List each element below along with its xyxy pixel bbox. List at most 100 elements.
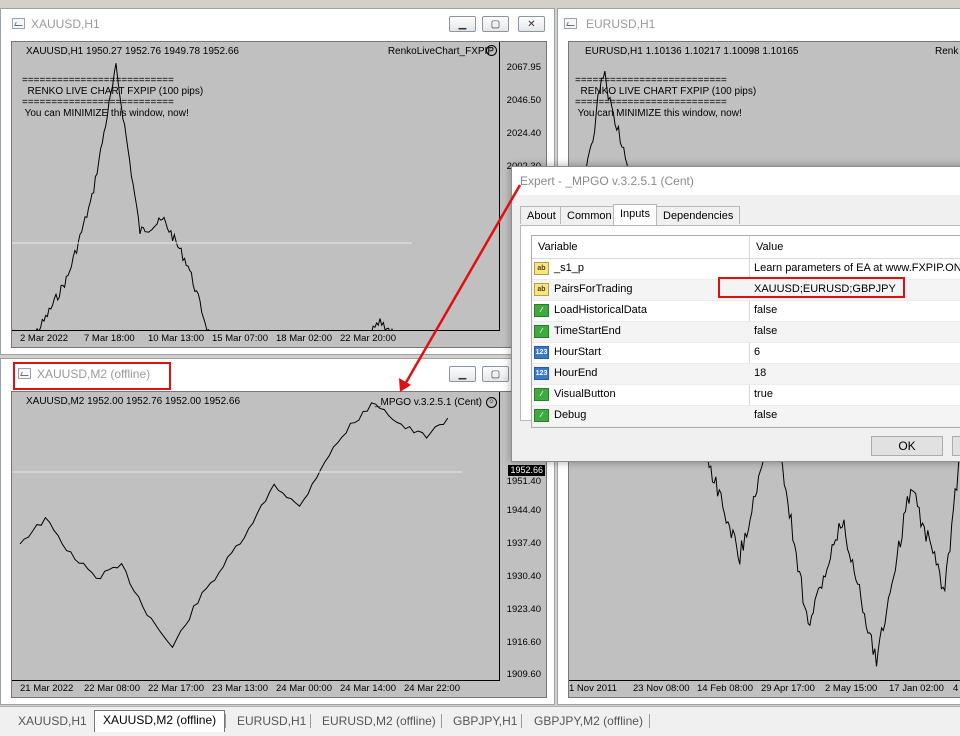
chart-symbol-info: XAUUSD,M2 1952.00 1952.76 1952.00 1952.6… — [26, 396, 241, 407]
indicator-label: _MPGO v.3.2.5.1 (Cent) — [374, 397, 482, 408]
tab-inputs[interactable]: Inputs — [613, 204, 657, 225]
time-tick: 10 Mar 13:00 — [148, 333, 204, 344]
string-type-icon: ab — [534, 262, 549, 275]
input-variable-name: _s1_p — [554, 262, 584, 274]
input-row[interactable]: ⁄ LoadHistoricalData false — [532, 301, 960, 322]
minimize-button[interactable]: ▁ — [449, 366, 476, 382]
tab-separator — [521, 714, 522, 728]
smiley-icon: ☺ — [486, 397, 497, 408]
series-line — [19, 402, 449, 649]
time-tick: 4 — [953, 683, 959, 694]
price-tick: 1951.40 — [506, 476, 541, 487]
chart-window-xauusd-m2[interactable]: XAUUSD,M2 (offline) ▁ ▢ XAUUSD,M2 1952.0… — [0, 358, 555, 705]
input-value[interactable]: 6 — [754, 346, 760, 358]
window-title: EURUSD,H1 — [586, 17, 656, 31]
input-variable-name: PairsForTrading — [554, 283, 633, 295]
bool-type-icon: ⁄ — [534, 304, 549, 317]
ok-button[interactable]: OK — [871, 436, 943, 456]
price-tick: 2024.40 — [506, 128, 541, 139]
tab-dependencies[interactable]: Dependencies — [656, 206, 741, 224]
window-titlebar[interactable]: EURUSD,H1 — [558, 9, 960, 39]
input-value[interactable]: Learn parameters of EA at www.FXPIP.ON..… — [754, 262, 960, 274]
time-tick: 1 Nov 2011 — [569, 683, 617, 694]
chart-tabs-bar: XAUUSD,H1 XAUUSD,M2 (offline) EURUSD,H1 … — [0, 706, 960, 736]
chart-tab-xauusd-h1[interactable]: XAUUSD,H1 — [18, 712, 87, 730]
maximize-button[interactable]: ▢ — [482, 16, 509, 32]
expert-properties-dialog[interactable]: Expert - _MPGO v.3.2.5.1 (Cent) About Co… — [511, 166, 960, 462]
chart-tab-gbpjpy-m2-offline[interactable]: GBPJPY,M2 (offline) — [534, 712, 643, 730]
tab-separator — [441, 714, 442, 728]
input-value[interactable]: false — [754, 409, 777, 421]
input-variable-name: LoadHistoricalData — [554, 304, 647, 316]
input-row[interactable]: ⁄ TimeStartEnd false — [532, 322, 960, 343]
time-tick: 23 Mar 13:00 — [212, 683, 268, 694]
input-variable-name: TimeStartEnd — [554, 325, 621, 337]
price-tick: 1909.60 — [506, 669, 541, 680]
time-tick: 15 Mar 07:00 — [212, 333, 268, 344]
bool-type-icon: ⁄ — [534, 388, 549, 401]
chart-symbol-info: EURUSD,H1 1.10136 1.10217 1.10098 1.1016… — [585, 46, 799, 57]
chart-area[interactable]: XAUUSD,H1 1950.27 1952.76 1949.78 1952.6… — [11, 41, 547, 348]
dialog-title: Expert - _MPGO v.3.2.5.1 (Cent) — [520, 174, 694, 188]
current-price-box: 1952.66 — [508, 465, 545, 476]
chart-area[interactable]: XAUUSD,M2 1952.00 1952.76 1952.00 1952.6… — [11, 391, 547, 698]
bool-type-icon: ⁄ — [534, 409, 549, 422]
time-tick: 22 Mar 20:00 — [340, 333, 396, 344]
chart-window-icon — [12, 18, 25, 29]
smiley-icon: ☺ — [486, 45, 497, 56]
input-row[interactable]: ⁄ Debug false — [532, 406, 960, 427]
close-button[interactable]: ✕ — [518, 16, 545, 32]
input-value[interactable]: false — [754, 304, 777, 316]
time-tick: 14 Feb 08:00 — [697, 683, 753, 694]
tab-about[interactable]: About — [520, 206, 563, 224]
chart-tab-xauusd-m2-offline[interactable]: XAUUSD,M2 (offline) — [94, 710, 226, 732]
input-value[interactable]: true — [754, 388, 773, 400]
time-tick: 2 May 15:00 — [825, 683, 878, 694]
chart-window-icon — [564, 18, 577, 29]
window-titlebar[interactable]: XAUUSD,H1 ▁ ▢ ✕ — [1, 9, 554, 39]
time-tick: 24 Mar 22:00 — [404, 683, 460, 694]
chart-tab-eurusd-m2-offline[interactable]: EURUSD,M2 (offline) — [322, 712, 436, 730]
cancel-button[interactable] — [952, 436, 960, 456]
minimize-button[interactable]: ▁ — [449, 16, 476, 32]
time-tick: 7 Mar 18:00 — [84, 333, 135, 344]
input-variable-name: HourStart — [554, 346, 602, 358]
inputs-tab-panel: Variable Value ab _s1_p Learn parameters… — [520, 225, 960, 428]
tab-separator — [649, 714, 650, 728]
price-tick: 1937.40 — [506, 538, 541, 549]
input-value[interactable]: false — [754, 325, 777, 337]
grid-header: Variable Value — [532, 236, 960, 259]
input-variable-name: HourEnd — [554, 367, 598, 379]
chart-tab-eurusd-h1[interactable]: EURUSD,H1 — [237, 712, 306, 730]
price-tick: 2046.50 — [506, 95, 541, 106]
time-tick: 24 Mar 14:00 — [340, 683, 396, 694]
input-row[interactable]: ⁄ VisualButton true — [532, 385, 960, 406]
time-tick: 23 Nov 08:00 — [633, 683, 690, 694]
price-chart-plot — [12, 402, 462, 649]
tab-common[interactable]: Common — [560, 206, 619, 224]
input-row[interactable]: 123 HourEnd 18 — [532, 364, 960, 385]
time-tick: 22 Mar 17:00 — [148, 683, 204, 694]
price-tick: 1916.60 — [506, 637, 541, 648]
column-header-variable[interactable]: Variable — [538, 241, 578, 253]
input-variable-name: VisualButton — [554, 388, 616, 400]
time-tick: 18 Mar 02:00 — [276, 333, 332, 344]
column-header-value[interactable]: Value — [756, 241, 783, 253]
renko-info-text: ========================== RENKO LIVE CH… — [22, 75, 204, 119]
input-value[interactable]: 18 — [754, 367, 766, 379]
chart-window-xauusd-h1[interactable]: XAUUSD,H1 ▁ ▢ ✕ XAUUSD,H1 1950.27 1952.7… — [0, 8, 555, 355]
maximize-button[interactable]: ▢ — [482, 366, 509, 382]
time-tick: 29 Apr 17:00 — [761, 683, 815, 694]
renko-info-text: ========================== RENKO LIVE CH… — [575, 75, 757, 119]
tab-separator — [310, 714, 311, 728]
inputs-grid: Variable Value ab _s1_p Learn parameters… — [531, 235, 960, 428]
time-tick: 24 Mar 00:00 — [276, 683, 332, 694]
price-tick: 2067.95 — [506, 62, 541, 73]
input-row[interactable]: 123 HourStart 6 — [532, 343, 960, 364]
time-tick: 2 Mar 2022 — [20, 333, 69, 344]
bool-type-icon: ⁄ — [534, 325, 549, 338]
indicator-label: Renk — [935, 46, 959, 57]
chart-tab-gbpjpy-h1[interactable]: GBPJPY,H1 — [453, 712, 517, 730]
dialog-titlebar[interactable]: Expert - _MPGO v.3.2.5.1 (Cent) — [512, 167, 960, 195]
highlight-box-pairs-value — [718, 277, 905, 298]
